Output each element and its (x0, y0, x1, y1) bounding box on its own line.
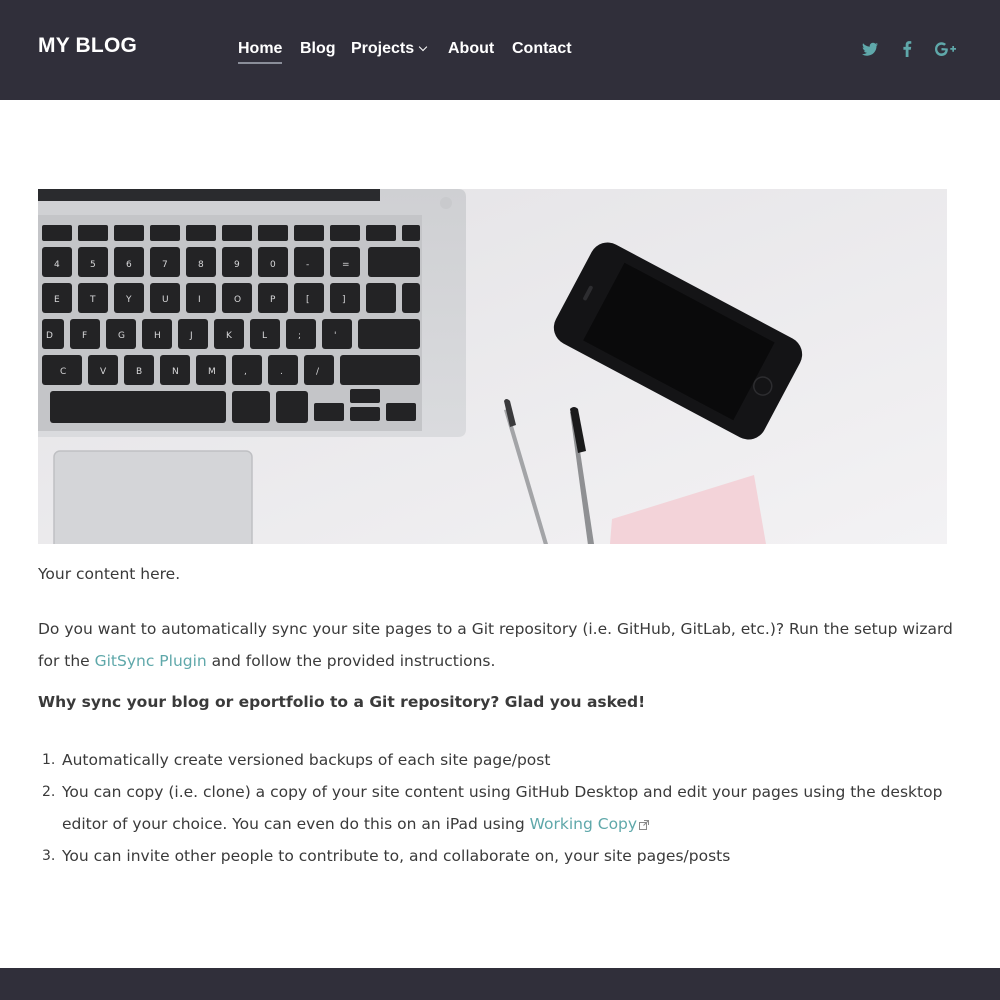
svg-text:V: V (100, 367, 107, 377)
svg-text:L: L (262, 331, 267, 341)
svg-text:D: D (46, 331, 53, 341)
svg-text:;: ; (298, 331, 301, 341)
svg-text:I: I (198, 295, 201, 305)
intro-text: Your content here. (38, 565, 181, 583)
list-item-text: You can copy (i.e. clone) a copy of your… (62, 783, 943, 833)
facebook-icon[interactable] (902, 38, 912, 60)
svg-text:Y: Y (125, 295, 132, 305)
svg-text:]: ] (342, 295, 346, 305)
nav-item-projects[interactable]: Projects (351, 40, 428, 58)
svg-text:8: 8 (198, 260, 204, 270)
svg-text:5: 5 (90, 260, 96, 270)
svg-text:-: - (306, 260, 309, 270)
svg-text:N: N (172, 367, 179, 377)
svg-text:J: J (189, 331, 193, 341)
svg-text:H: H (154, 331, 161, 341)
site-footer (0, 968, 1000, 1000)
svg-text:7: 7 (162, 260, 168, 270)
list-number: 3. (42, 848, 56, 864)
svg-text:M: M (208, 367, 216, 377)
svg-text:P: P (270, 295, 276, 305)
sync-text-after: and follow the provided instructions. (206, 652, 496, 670)
list-item: 1. Automatically create versioned backup… (38, 744, 958, 776)
svg-text:4: 4 (54, 260, 60, 270)
google-plus-icon[interactable] (934, 38, 958, 60)
list-number: 2. (42, 784, 56, 800)
svg-text:U: U (162, 295, 169, 305)
list-item-text: Automatically create versioned backups o… (62, 751, 551, 769)
list-item: 2. You can copy (i.e. clone) a copy of y… (38, 776, 958, 840)
svg-text:0: 0 (270, 260, 276, 270)
svg-text:=: = (342, 260, 350, 270)
gitsync-plugin-link[interactable]: GitSync Plugin (95, 652, 207, 670)
svg-text:[: [ (306, 295, 310, 305)
working-copy-link[interactable]: Working Copy (530, 815, 637, 833)
list-number: 1. (42, 752, 56, 768)
nav-item-projects-label: Projects (351, 40, 415, 57)
hero-image: 456 789 0- = ETY UIO P[] DFG HJK L; ' CVB … (38, 189, 947, 544)
svg-text:B: B (136, 367, 142, 377)
list-item-text: You can invite other people to contribut… (62, 847, 731, 865)
svg-text:.: . (280, 367, 283, 377)
nav-item-home[interactable]: Home (238, 40, 283, 64)
chevron-down-icon (418, 42, 428, 52)
svg-text:6: 6 (126, 260, 132, 270)
svg-text:9: 9 (234, 260, 240, 270)
svg-text:,: , (244, 367, 247, 377)
svg-text:G: G (118, 331, 125, 341)
nav-item-blog[interactable]: Blog (300, 40, 336, 58)
site-logo[interactable]: MY BLOG (38, 34, 137, 58)
why-heading: Why sync your blog or eportfolio to a Gi… (38, 693, 646, 711)
list-item: 3. You can invite other people to contri… (38, 840, 958, 872)
svg-text:': ' (334, 331, 336, 341)
benefits-list: 1. Automatically create versioned backup… (38, 744, 958, 872)
nav-item-contact[interactable]: Contact (512, 40, 572, 58)
sync-paragraph: Do you want to automatically sync your s… (38, 613, 958, 677)
svg-text:T: T (89, 295, 96, 305)
site-header: MY BLOG Home Blog Projects About Contact (0, 0, 1000, 100)
svg-text:O: O (234, 295, 241, 305)
svg-text:F: F (82, 331, 87, 341)
external-link-icon (639, 820, 650, 830)
twitter-icon[interactable] (861, 38, 879, 60)
nav-item-about[interactable]: About (448, 40, 494, 58)
svg-text:C: C (60, 367, 66, 377)
svg-text:E: E (54, 295, 60, 305)
